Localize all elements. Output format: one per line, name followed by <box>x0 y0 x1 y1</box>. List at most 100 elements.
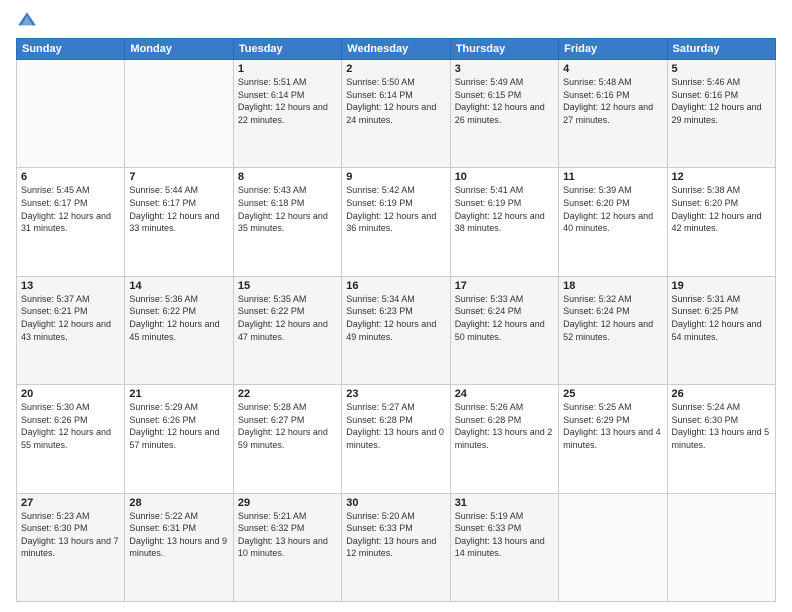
day-cell: 27Sunrise: 5:23 AM Sunset: 6:30 PM Dayli… <box>17 493 125 601</box>
day-number: 15 <box>238 280 337 292</box>
day-cell: 31Sunrise: 5:19 AM Sunset: 6:33 PM Dayli… <box>450 493 558 601</box>
week-row-1: 1Sunrise: 5:51 AM Sunset: 6:14 PM Daylig… <box>17 60 776 168</box>
day-number: 26 <box>672 388 771 400</box>
day-number: 2 <box>346 63 445 75</box>
day-cell: 22Sunrise: 5:28 AM Sunset: 6:27 PM Dayli… <box>233 385 341 493</box>
day-number: 27 <box>21 497 120 509</box>
day-cell: 7Sunrise: 5:44 AM Sunset: 6:17 PM Daylig… <box>125 168 233 276</box>
day-cell: 14Sunrise: 5:36 AM Sunset: 6:22 PM Dayli… <box>125 276 233 384</box>
day-number: 1 <box>238 63 337 75</box>
day-cell: 6Sunrise: 5:45 AM Sunset: 6:17 PM Daylig… <box>17 168 125 276</box>
day-cell: 23Sunrise: 5:27 AM Sunset: 6:28 PM Dayli… <box>342 385 450 493</box>
logo <box>16 10 42 32</box>
day-number: 19 <box>672 280 771 292</box>
col-header-wednesday: Wednesday <box>342 39 450 60</box>
day-cell: 9Sunrise: 5:42 AM Sunset: 6:19 PM Daylig… <box>342 168 450 276</box>
day-detail: Sunrise: 5:32 AM Sunset: 6:24 PM Dayligh… <box>563 293 662 343</box>
day-detail: Sunrise: 5:44 AM Sunset: 6:17 PM Dayligh… <box>129 184 228 234</box>
day-cell: 2Sunrise: 5:50 AM Sunset: 6:14 PM Daylig… <box>342 60 450 168</box>
day-cell: 11Sunrise: 5:39 AM Sunset: 6:20 PM Dayli… <box>559 168 667 276</box>
day-detail: Sunrise: 5:41 AM Sunset: 6:19 PM Dayligh… <box>455 184 554 234</box>
day-cell: 15Sunrise: 5:35 AM Sunset: 6:22 PM Dayli… <box>233 276 341 384</box>
day-number: 8 <box>238 171 337 183</box>
day-detail: Sunrise: 5:31 AM Sunset: 6:25 PM Dayligh… <box>672 293 771 343</box>
day-detail: Sunrise: 5:29 AM Sunset: 6:26 PM Dayligh… <box>129 401 228 451</box>
calendar-table: SundayMondayTuesdayWednesdayThursdayFrid… <box>16 38 776 602</box>
day-cell: 21Sunrise: 5:29 AM Sunset: 6:26 PM Dayli… <box>125 385 233 493</box>
day-number: 28 <box>129 497 228 509</box>
day-detail: Sunrise: 5:30 AM Sunset: 6:26 PM Dayligh… <box>21 401 120 451</box>
day-cell: 10Sunrise: 5:41 AM Sunset: 6:19 PM Dayli… <box>450 168 558 276</box>
day-number: 10 <box>455 171 554 183</box>
day-number: 5 <box>672 63 771 75</box>
day-number: 31 <box>455 497 554 509</box>
day-detail: Sunrise: 5:50 AM Sunset: 6:14 PM Dayligh… <box>346 76 445 126</box>
day-detail: Sunrise: 5:49 AM Sunset: 6:15 PM Dayligh… <box>455 76 554 126</box>
day-detail: Sunrise: 5:48 AM Sunset: 6:16 PM Dayligh… <box>563 76 662 126</box>
week-row-3: 13Sunrise: 5:37 AM Sunset: 6:21 PM Dayli… <box>17 276 776 384</box>
day-number: 29 <box>238 497 337 509</box>
day-detail: Sunrise: 5:25 AM Sunset: 6:29 PM Dayligh… <box>563 401 662 451</box>
day-number: 18 <box>563 280 662 292</box>
day-detail: Sunrise: 5:26 AM Sunset: 6:28 PM Dayligh… <box>455 401 554 451</box>
day-detail: Sunrise: 5:22 AM Sunset: 6:31 PM Dayligh… <box>129 510 228 560</box>
day-cell: 25Sunrise: 5:25 AM Sunset: 6:29 PM Dayli… <box>559 385 667 493</box>
week-row-5: 27Sunrise: 5:23 AM Sunset: 6:30 PM Dayli… <box>17 493 776 601</box>
day-cell: 18Sunrise: 5:32 AM Sunset: 6:24 PM Dayli… <box>559 276 667 384</box>
header-row: SundayMondayTuesdayWednesdayThursdayFrid… <box>17 39 776 60</box>
day-detail: Sunrise: 5:38 AM Sunset: 6:20 PM Dayligh… <box>672 184 771 234</box>
day-detail: Sunrise: 5:43 AM Sunset: 6:18 PM Dayligh… <box>238 184 337 234</box>
day-cell: 4Sunrise: 5:48 AM Sunset: 6:16 PM Daylig… <box>559 60 667 168</box>
day-detail: Sunrise: 5:39 AM Sunset: 6:20 PM Dayligh… <box>563 184 662 234</box>
col-header-tuesday: Tuesday <box>233 39 341 60</box>
day-cell <box>17 60 125 168</box>
day-detail: Sunrise: 5:28 AM Sunset: 6:27 PM Dayligh… <box>238 401 337 451</box>
day-detail: Sunrise: 5:19 AM Sunset: 6:33 PM Dayligh… <box>455 510 554 560</box>
day-cell: 26Sunrise: 5:24 AM Sunset: 6:30 PM Dayli… <box>667 385 775 493</box>
day-cell: 5Sunrise: 5:46 AM Sunset: 6:16 PM Daylig… <box>667 60 775 168</box>
day-number: 3 <box>455 63 554 75</box>
day-detail: Sunrise: 5:45 AM Sunset: 6:17 PM Dayligh… <box>21 184 120 234</box>
day-detail: Sunrise: 5:21 AM Sunset: 6:32 PM Dayligh… <box>238 510 337 560</box>
col-header-saturday: Saturday <box>667 39 775 60</box>
day-cell: 12Sunrise: 5:38 AM Sunset: 6:20 PM Dayli… <box>667 168 775 276</box>
day-cell: 20Sunrise: 5:30 AM Sunset: 6:26 PM Dayli… <box>17 385 125 493</box>
day-cell: 24Sunrise: 5:26 AM Sunset: 6:28 PM Dayli… <box>450 385 558 493</box>
day-cell: 19Sunrise: 5:31 AM Sunset: 6:25 PM Dayli… <box>667 276 775 384</box>
week-row-4: 20Sunrise: 5:30 AM Sunset: 6:26 PM Dayli… <box>17 385 776 493</box>
day-cell <box>559 493 667 601</box>
col-header-thursday: Thursday <box>450 39 558 60</box>
day-number: 13 <box>21 280 120 292</box>
day-detail: Sunrise: 5:33 AM Sunset: 6:24 PM Dayligh… <box>455 293 554 343</box>
day-cell: 28Sunrise: 5:22 AM Sunset: 6:31 PM Dayli… <box>125 493 233 601</box>
day-number: 6 <box>21 171 120 183</box>
day-detail: Sunrise: 5:37 AM Sunset: 6:21 PM Dayligh… <box>21 293 120 343</box>
day-detail: Sunrise: 5:42 AM Sunset: 6:19 PM Dayligh… <box>346 184 445 234</box>
logo-icon <box>16 10 38 32</box>
day-detail: Sunrise: 5:27 AM Sunset: 6:28 PM Dayligh… <box>346 401 445 451</box>
col-header-sunday: Sunday <box>17 39 125 60</box>
day-number: 21 <box>129 388 228 400</box>
day-cell: 8Sunrise: 5:43 AM Sunset: 6:18 PM Daylig… <box>233 168 341 276</box>
day-cell: 16Sunrise: 5:34 AM Sunset: 6:23 PM Dayli… <box>342 276 450 384</box>
day-number: 16 <box>346 280 445 292</box>
day-cell: 3Sunrise: 5:49 AM Sunset: 6:15 PM Daylig… <box>450 60 558 168</box>
day-cell: 1Sunrise: 5:51 AM Sunset: 6:14 PM Daylig… <box>233 60 341 168</box>
day-detail: Sunrise: 5:23 AM Sunset: 6:30 PM Dayligh… <box>21 510 120 560</box>
day-number: 30 <box>346 497 445 509</box>
day-number: 25 <box>563 388 662 400</box>
day-cell <box>125 60 233 168</box>
day-number: 14 <box>129 280 228 292</box>
day-number: 7 <box>129 171 228 183</box>
day-detail: Sunrise: 5:20 AM Sunset: 6:33 PM Dayligh… <box>346 510 445 560</box>
day-number: 9 <box>346 171 445 183</box>
col-header-monday: Monday <box>125 39 233 60</box>
day-detail: Sunrise: 5:46 AM Sunset: 6:16 PM Dayligh… <box>672 76 771 126</box>
day-detail: Sunrise: 5:36 AM Sunset: 6:22 PM Dayligh… <box>129 293 228 343</box>
day-cell: 29Sunrise: 5:21 AM Sunset: 6:32 PM Dayli… <box>233 493 341 601</box>
col-header-friday: Friday <box>559 39 667 60</box>
day-number: 4 <box>563 63 662 75</box>
day-number: 12 <box>672 171 771 183</box>
header <box>16 10 776 32</box>
day-number: 24 <box>455 388 554 400</box>
